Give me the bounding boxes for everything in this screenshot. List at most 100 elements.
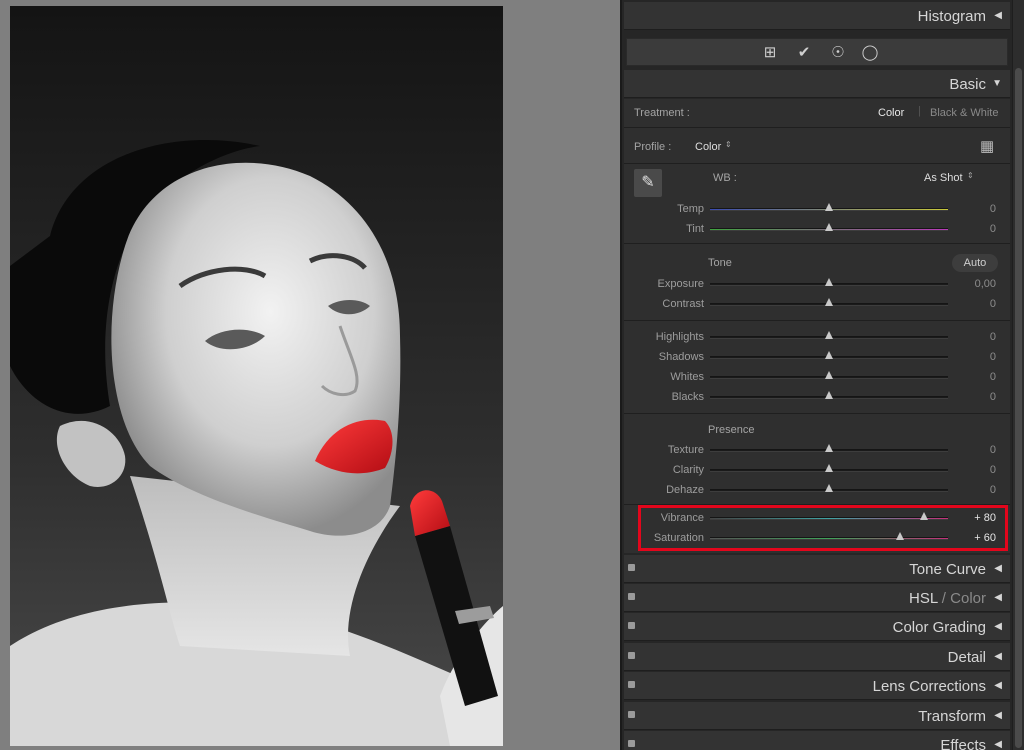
expand-arrow-icon[interactable]: ▼ [992, 78, 1002, 89]
transform-header[interactable]: Transform ◀ [624, 702, 1010, 730]
section-toggle-switch[interactable] [628, 740, 635, 747]
highlights-value[interactable]: 0 [956, 331, 996, 343]
lens-corrections-header[interactable]: Lens Corrections ◀ [624, 672, 1010, 700]
collapse-arrow-icon[interactable]: ◀ [994, 680, 1002, 691]
dropdown-arrows-icon: ⇕ [967, 171, 974, 180]
crop-icon[interactable]: ⊞ [761, 44, 779, 62]
scrollbar-thumb[interactable] [1015, 68, 1022, 748]
treatment-bw-option[interactable]: Black & White [930, 107, 998, 119]
exposure-label: Exposure [657, 278, 704, 290]
effects-title: Effects [940, 737, 986, 750]
develop-panel: Histogram ◀ ⊞ ✔ ☉ ◯ Basic ▼ Treatment : … [620, 0, 1024, 750]
hsl-color-header[interactable]: HSL / Color ◀ [624, 584, 1010, 612]
histogram-title: Histogram [917, 8, 986, 25]
dehaze-slider-thumb[interactable] [825, 484, 833, 492]
profile-grid-icon[interactable]: ▦ [980, 137, 994, 155]
section-toggle-switch[interactable] [628, 593, 635, 600]
tool-strip: ⊞ ✔ ☉ ◯ [626, 38, 1008, 66]
effects-header[interactable]: Effects ◀ [624, 731, 1010, 750]
tone-curve-header[interactable]: Tone Curve ◀ [624, 555, 1010, 583]
collapse-arrow-icon[interactable]: ◀ [994, 710, 1002, 721]
shadows-label: Shadows [658, 351, 704, 363]
wb-label: WB : [713, 172, 737, 184]
divider [624, 163, 1010, 164]
temp-value[interactable]: 0 [956, 203, 996, 215]
healing-icon[interactable]: ✔ [795, 44, 813, 62]
tint-slider-thumb[interactable] [825, 223, 833, 231]
tint-label: Tint [686, 223, 704, 235]
vibrance-saturation-highlight [638, 505, 1008, 551]
blacks-slider-thumb[interactable] [825, 391, 833, 399]
panel-scrollbar[interactable] [1012, 0, 1024, 750]
contrast-slider-thumb[interactable] [825, 298, 833, 306]
shadows-slider-thumb[interactable] [825, 351, 833, 359]
hsl-color-title: HSL / Color [909, 590, 986, 607]
texture-value[interactable]: 0 [956, 444, 996, 456]
exposure-slider-thumb[interactable] [825, 278, 833, 286]
treatment-color-option[interactable]: Color [878, 107, 904, 119]
lens-corrections-title: Lens Corrections [872, 678, 986, 695]
whites-label: Whites [670, 371, 704, 383]
mask-icon[interactable]: ◯ [861, 44, 879, 62]
color-grading-header[interactable]: Color Grading ◀ [624, 613, 1010, 641]
highlights-label: Highlights [655, 331, 704, 343]
detail-header[interactable]: Detail ◀ [624, 643, 1010, 671]
collapse-arrow-icon[interactable]: ◀ [994, 621, 1002, 632]
basic-section-body: Treatment : Color | Black & White Profil… [624, 99, 1010, 553]
color-grading-title: Color Grading [892, 619, 986, 636]
collapse-arrow-icon[interactable]: ◀ [994, 651, 1002, 662]
divider [624, 320, 1010, 321]
blacks-value[interactable]: 0 [956, 391, 996, 403]
eyedropper-icon[interactable]: ✎ [634, 169, 662, 197]
collapse-arrow-icon[interactable]: ◀ [994, 10, 1002, 21]
whites-slider-thumb[interactable] [825, 371, 833, 379]
basic-header[interactable]: Basic ▼ [624, 70, 1010, 98]
dehaze-value[interactable]: 0 [956, 484, 996, 496]
clarity-value[interactable]: 0 [956, 464, 996, 476]
treatment-separator: | [918, 105, 921, 117]
section-toggle-switch[interactable] [628, 622, 635, 629]
collapse-arrow-icon[interactable]: ◀ [994, 739, 1002, 750]
auto-tone-button[interactable]: Auto [952, 254, 998, 272]
texture-label: Texture [667, 444, 704, 456]
dropdown-arrows-icon: ⇕ [725, 140, 732, 149]
contrast-value[interactable]: 0 [956, 298, 996, 310]
divider [624, 413, 1010, 414]
tint-value[interactable]: 0 [956, 223, 996, 235]
texture-slider-thumb[interactable] [825, 444, 833, 452]
dehaze-label: Dehaze [666, 484, 704, 496]
section-toggle-switch[interactable] [628, 564, 635, 571]
presence-heading: Presence [708, 424, 755, 436]
exposure-value[interactable]: 0,00 [956, 278, 996, 290]
hsl-separator: / [937, 590, 951, 607]
photo-canvas-area [0, 0, 620, 750]
red-eye-icon[interactable]: ☉ [829, 44, 847, 62]
profile-dropdown[interactable]: Color [695, 141, 721, 153]
section-toggle-switch[interactable] [628, 681, 635, 688]
hsl-tab[interactable]: HSL [909, 590, 938, 607]
collapse-arrow-icon[interactable]: ◀ [994, 592, 1002, 603]
divider [624, 127, 1010, 128]
portrait-illustration [10, 6, 503, 746]
profile-label: Profile : [634, 141, 672, 153]
contrast-label: Contrast [662, 298, 704, 310]
edited-photo[interactable] [10, 6, 503, 746]
collapse-arrow-icon[interactable]: ◀ [994, 563, 1002, 574]
detail-title: Detail [947, 649, 986, 666]
histogram-header[interactable]: Histogram ◀ [624, 2, 1010, 30]
section-toggle-switch[interactable] [628, 652, 635, 659]
wb-dropdown[interactable]: As Shot [924, 172, 963, 184]
clarity-slider-thumb[interactable] [825, 464, 833, 472]
color-tab[interactable]: Color [950, 590, 986, 607]
temp-slider-thumb[interactable] [825, 203, 833, 211]
tone-curve-title: Tone Curve [909, 561, 986, 578]
tone-heading: Tone [708, 257, 732, 269]
treatment-label: Treatment : [634, 107, 690, 119]
highlights-slider-thumb[interactable] [825, 331, 833, 339]
clarity-label: Clarity [672, 464, 704, 476]
section-toggle-switch[interactable] [628, 711, 635, 718]
blacks-label: Blacks [671, 391, 704, 403]
shadows-value[interactable]: 0 [956, 351, 996, 363]
basic-title: Basic [949, 76, 986, 93]
whites-value[interactable]: 0 [956, 371, 996, 383]
